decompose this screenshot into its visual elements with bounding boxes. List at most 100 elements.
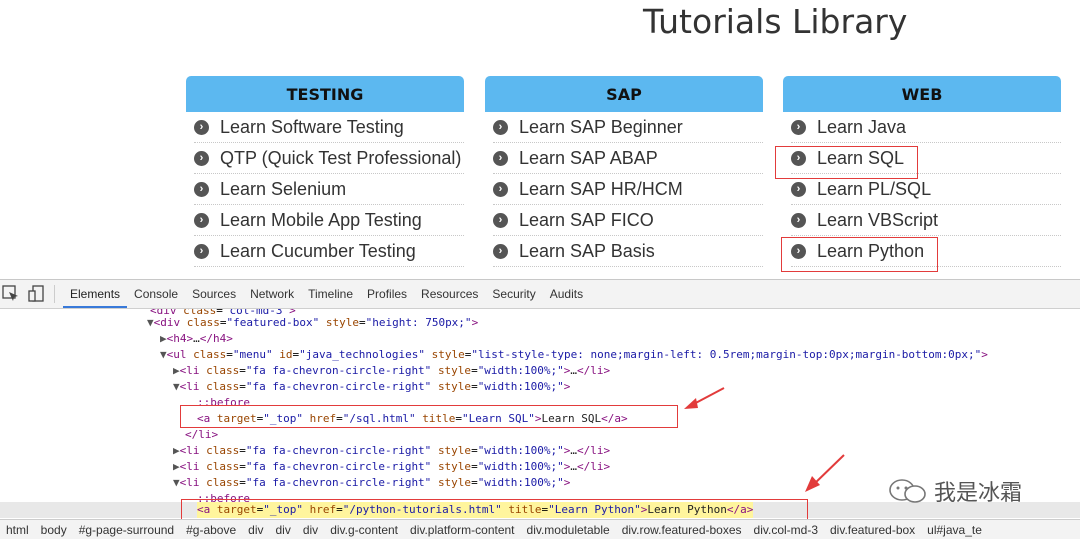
inspect-element-icon[interactable] bbox=[2, 285, 20, 303]
menu-item[interactable]: › Learn Java bbox=[791, 112, 1061, 143]
chevron-circle-right-icon: › bbox=[194, 243, 209, 259]
chevron-circle-right-icon: › bbox=[493, 243, 508, 259]
breadcrumb-item[interactable]: div.col-md-3 bbox=[748, 523, 824, 537]
featured-box-web: WEB › Learn Java › Learn SQL › Learn PL/SQL… bbox=[783, 76, 1061, 267]
box-heading: SAP bbox=[485, 76, 763, 112]
breadcrumb-item[interactable]: div bbox=[242, 523, 269, 537]
wechat-icon bbox=[889, 479, 926, 503]
watermark: 我是冰霜 bbox=[888, 475, 1022, 507]
breadcrumb-item[interactable]: #g-page-surround bbox=[73, 523, 180, 537]
menu-list: › Learn SAP Beginner › Learn SAP ABAP › Lea… bbox=[485, 112, 763, 267]
tab-elements[interactable]: Elements bbox=[63, 280, 128, 308]
breadcrumb-item[interactable]: ul#java_te bbox=[921, 523, 988, 537]
toolbar-divider bbox=[54, 285, 55, 303]
dom-line[interactable]: ▶<li class="fa fa-chevron-circle-right" … bbox=[173, 363, 610, 379]
menu-item[interactable]: › Learn VBScript bbox=[791, 205, 1061, 236]
chevron-circle-right-icon: › bbox=[791, 119, 806, 135]
breadcrumb-item[interactable]: div bbox=[297, 523, 324, 537]
menu-item-link[interactable]: Learn PL/SQL bbox=[817, 179, 931, 200]
page-title: Tutorials Library bbox=[643, 2, 908, 41]
menu-item-link[interactable]: Learn Java bbox=[817, 117, 906, 138]
menu-list: › Learn Software Testing › QTP (Quick Test… bbox=[186, 112, 464, 267]
tab-console[interactable]: Console bbox=[127, 280, 185, 308]
chevron-circle-right-icon: › bbox=[791, 212, 806, 228]
chevron-circle-right-icon: › bbox=[791, 150, 806, 166]
tab-network[interactable]: Network bbox=[243, 280, 301, 308]
tab-security[interactable]: Security bbox=[485, 280, 542, 308]
dom-line[interactable]: ▼<li class="fa fa-chevron-circle-right" … bbox=[173, 475, 570, 491]
menu-item-link[interactable]: Learn SAP Beginner bbox=[519, 117, 683, 138]
dom-line[interactable]: ▶<h4>…</h4> bbox=[160, 331, 233, 347]
breadcrumb: html body #g-page-surround #g-above div … bbox=[0, 519, 1080, 539]
chevron-circle-right-icon: › bbox=[493, 150, 508, 166]
menu-item[interactable]: › Learn SAP FICO bbox=[493, 205, 763, 236]
menu-item-link[interactable]: Learn Python bbox=[817, 241, 924, 262]
chevron-circle-right-icon: › bbox=[493, 119, 508, 135]
tab-profiles[interactable]: Profiles bbox=[360, 280, 414, 308]
chevron-circle-right-icon: › bbox=[791, 181, 806, 197]
dom-line-selected[interactable]: <a target="_top" href="/python-tutorials… bbox=[197, 502, 754, 518]
menu-item[interactable]: › Learn Selenium bbox=[194, 174, 464, 205]
tab-resources[interactable]: Resources bbox=[414, 280, 485, 308]
chevron-circle-right-icon: › bbox=[791, 243, 806, 259]
menu-item[interactable]: › Learn Python bbox=[791, 236, 1061, 267]
chevron-circle-right-icon: › bbox=[194, 181, 209, 197]
menu-item-link[interactable]: Learn Mobile App Testing bbox=[220, 210, 422, 231]
chevron-circle-right-icon: › bbox=[194, 150, 209, 166]
dom-line[interactable]: ▶<li class="fa fa-chevron-circle-right" … bbox=[173, 459, 610, 475]
menu-item-link[interactable]: QTP (Quick Test Professional) bbox=[220, 148, 461, 169]
dom-line[interactable]: ▼<div class="featured-box" style="height… bbox=[147, 315, 478, 331]
menu-item-link[interactable]: Learn SAP FICO bbox=[519, 210, 654, 231]
dom-line[interactable]: <a target="_top" href="/sql.html" title=… bbox=[197, 411, 628, 427]
breadcrumb-item[interactable]: html bbox=[0, 523, 35, 537]
breadcrumb-item[interactable]: div bbox=[270, 523, 297, 537]
watermark-text: 我是冰霜 bbox=[934, 481, 1023, 506]
menu-item-link[interactable]: Learn Software Testing bbox=[220, 117, 404, 138]
menu-item[interactable]: › Learn SQL bbox=[791, 143, 1061, 174]
menu-item-link[interactable]: Learn SAP HR/HCM bbox=[519, 179, 683, 200]
breadcrumb-item[interactable]: body bbox=[35, 523, 73, 537]
annotation-arrow-icon bbox=[684, 387, 725, 409]
devtools-toolbar: Elements Console Sources Network Timelin… bbox=[0, 280, 1080, 309]
menu-item-link[interactable]: Learn SQL bbox=[817, 148, 904, 169]
menu-item-link[interactable]: Learn Selenium bbox=[220, 179, 346, 200]
dom-line[interactable]: ▼<ul class="menu" id="java_technologies"… bbox=[160, 347, 988, 363]
dom-line[interactable]: ▼<li class="fa fa-chevron-circle-right" … bbox=[173, 379, 570, 395]
tab-timeline[interactable]: Timeline bbox=[301, 280, 360, 308]
breadcrumb-item[interactable]: div.moduletable bbox=[521, 523, 616, 537]
chevron-circle-right-icon: › bbox=[493, 181, 508, 197]
chevron-circle-right-icon: › bbox=[194, 212, 209, 228]
box-heading: WEB bbox=[783, 76, 1061, 112]
menu-item[interactable]: › Learn Cucumber Testing bbox=[194, 236, 464, 267]
featured-box-sap: SAP › Learn SAP Beginner › Learn SAP ABAP … bbox=[485, 76, 763, 267]
featured-box-testing: TESTING › Learn Software Testing › QTP (Qu… bbox=[186, 76, 464, 267]
breadcrumb-item[interactable]: div.g-content bbox=[324, 523, 404, 537]
dom-line[interactable]: </li> bbox=[185, 427, 218, 443]
menu-item-link[interactable]: Learn SAP Basis bbox=[519, 241, 655, 262]
breadcrumb-item[interactable]: #g-above bbox=[180, 523, 242, 537]
menu-item-link[interactable]: Learn Cucumber Testing bbox=[220, 241, 416, 262]
menu-item[interactable]: › Learn Mobile App Testing bbox=[194, 205, 464, 236]
dom-line[interactable]: ▶<li class="fa fa-chevron-circle-right" … bbox=[173, 443, 610, 459]
breadcrumb-item[interactable]: div.featured-box bbox=[824, 523, 921, 537]
menu-item[interactable]: › QTP (Quick Test Professional) bbox=[194, 143, 464, 174]
tab-sources[interactable]: Sources bbox=[185, 280, 243, 308]
menu-item[interactable]: › Learn PL/SQL bbox=[791, 174, 1061, 205]
menu-list: › Learn Java › Learn SQL › Learn PL/SQL › Le… bbox=[783, 112, 1061, 267]
menu-item[interactable]: › Learn SAP Beginner bbox=[493, 112, 763, 143]
menu-item-link[interactable]: Learn SAP ABAP bbox=[519, 148, 658, 169]
chevron-circle-right-icon: › bbox=[194, 119, 209, 135]
annotation-arrow-icon bbox=[805, 454, 845, 492]
menu-item-link[interactable]: Learn VBScript bbox=[817, 210, 938, 231]
menu-item[interactable]: › Learn SAP ABAP bbox=[493, 143, 763, 174]
breadcrumb-item[interactable]: div.platform-content bbox=[404, 523, 521, 537]
dom-line[interactable]: ::before bbox=[197, 395, 250, 411]
chevron-circle-right-icon: › bbox=[493, 212, 508, 228]
menu-item[interactable]: › Learn SAP Basis bbox=[493, 236, 763, 267]
box-heading: TESTING bbox=[186, 76, 464, 112]
device-mode-icon[interactable] bbox=[28, 285, 46, 303]
breadcrumb-item[interactable]: div.row.featured-boxes bbox=[616, 523, 748, 537]
menu-item[interactable]: › Learn Software Testing bbox=[194, 112, 464, 143]
tab-audits[interactable]: Audits bbox=[543, 280, 590, 308]
menu-item[interactable]: › Learn SAP HR/HCM bbox=[493, 174, 763, 205]
